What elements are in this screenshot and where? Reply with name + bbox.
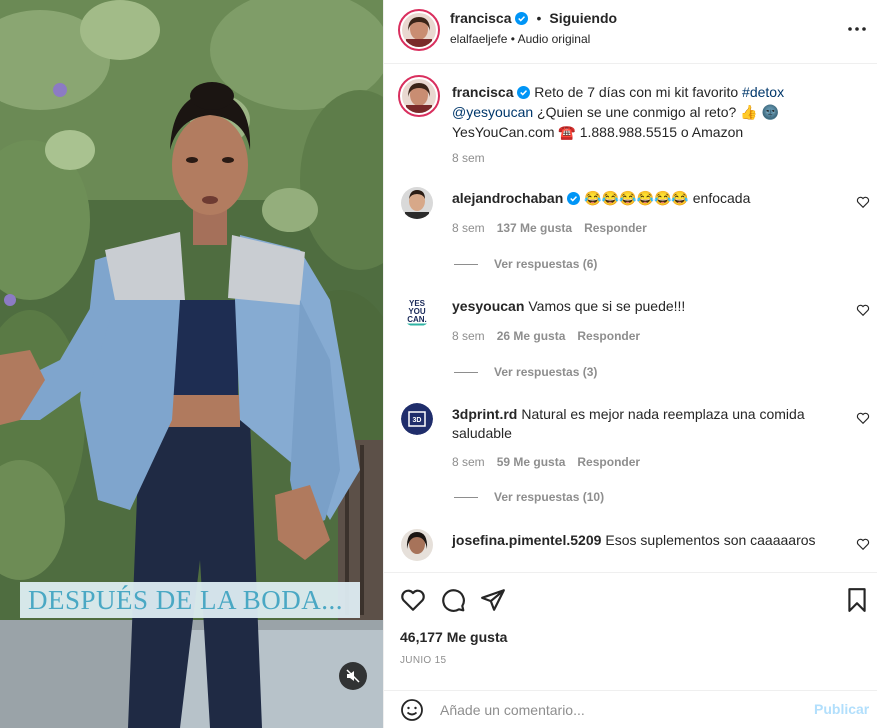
avatar-image <box>402 13 436 47</box>
verified-badge-icon <box>517 86 531 99</box>
comment-content: Esos suplementos son caaaaaros <box>605 532 816 548</box>
caption-text: Reto de 7 días con mi kit favorito <box>534 84 739 100</box>
header-subtitle: elalfaeljefe • Audio original <box>450 32 590 46</box>
video-frame <box>0 0 383 728</box>
share-paper-plane-icon[interactable] <box>480 587 506 613</box>
comment-meta: 8 sem 26 Me gusta Responder <box>452 329 640 343</box>
comment-content: Vamos que si se puede!!! <box>528 298 686 314</box>
mute-button[interactable] <box>339 662 367 690</box>
post-date: JUNIO 15 <box>400 655 447 666</box>
svg-text:CAN.: CAN. <box>407 315 427 324</box>
post-video[interactable]: DESPUÉS DE LA BODA... <box>0 0 383 728</box>
post-details-panel: francisca • Siguiendo elalfaeljefe • Aud… <box>383 0 877 728</box>
comment-meta: 8 sem 137 Me gusta Responder <box>452 221 647 235</box>
like-comment-heart-icon[interactable] <box>856 195 870 209</box>
more-horizontal-icon[interactable] <box>846 18 868 40</box>
comment-username[interactable]: alejandrochaban <box>452 190 563 206</box>
audio-label[interactable]: Audio original <box>518 32 591 46</box>
post-header: francisca • Siguiendo elalfaeljefe • Aud… <box>384 0 877 64</box>
save-bookmark-icon[interactable] <box>844 587 870 613</box>
post-caption: francisca Reto de 7 días con mi kit favo… <box>452 82 822 142</box>
view-replies-label: Ver respuestas (10) <box>494 490 605 504</box>
post-viewer: DESPUÉS DE LA BODA... francisca • Siguie… <box>0 0 877 728</box>
comments-scroll-area[interactable]: francisca Reto de 7 días con mi kit favo… <box>384 65 877 571</box>
comment-likes[interactable]: 26 Me gusta <box>497 329 566 343</box>
verified-badge-icon <box>515 11 529 25</box>
likes-count[interactable]: 46,177 Me gusta <box>400 629 507 645</box>
reply-button[interactable]: Responder <box>577 455 640 469</box>
comment-time: 8 sem <box>452 329 485 343</box>
replies-divider <box>454 496 478 498</box>
view-replies-button[interactable]: Ver respuestas (10) <box>454 490 604 504</box>
view-replies-label: Ver respuestas (3) <box>494 365 598 379</box>
comment-composer: Publicar <box>384 690 877 728</box>
like-comment-heart-icon[interactable] <box>856 537 870 551</box>
video-overlay-text: DESPUÉS DE LA BODA... <box>20 582 360 618</box>
comment-likes[interactable]: 137 Me gusta <box>497 221 572 235</box>
svg-text:3D: 3D <box>413 417 422 424</box>
comment-username[interactable]: yesyoucan <box>452 298 524 314</box>
comment-time: 8 sem <box>452 221 485 235</box>
comment-avatar[interactable]: YES YOU CAN. <box>401 295 433 327</box>
comment-username[interactable]: 3dprint.rd <box>452 406 517 422</box>
comment-text: josefina.pimentel.5209 Esos suplementos s… <box>452 531 852 550</box>
comment-username[interactable]: josefina.pimentel.5209 <box>452 532 601 548</box>
audio-author[interactable]: elalfaeljefe <box>450 32 507 46</box>
verified-badge-icon <box>567 192 581 205</box>
caption-username[interactable]: francisca <box>452 84 513 100</box>
3dprint-logo-icon: 3D <box>401 403 433 435</box>
header-user-line: francisca • Siguiendo <box>450 10 617 26</box>
view-replies-label: Ver respuestas (6) <box>494 257 598 271</box>
comment-bubble-icon[interactable] <box>440 587 466 613</box>
comment-text: 3dprint.rd Natural es mejor nada reemplaz… <box>452 405 852 443</box>
caption-text-2: ¿Quien se une conmigo al reto? 👍 🌚 <box>537 104 779 120</box>
header-username[interactable]: francisca <box>450 10 511 26</box>
publish-button[interactable]: Publicar <box>814 701 869 717</box>
comment-avatar-image <box>401 529 433 561</box>
subtitle-separator: • <box>510 32 515 46</box>
comment-meta: 8 sem 59 Me gusta Responder <box>452 455 640 469</box>
separator: • <box>536 10 542 26</box>
reply-button[interactable]: Responder <box>577 329 640 343</box>
caption-avatar-image <box>402 79 436 113</box>
speaker-muted-icon <box>346 669 360 683</box>
like-comment-heart-icon[interactable] <box>856 411 870 425</box>
comment-avatar[interactable]: 3D <box>401 403 433 435</box>
comment-avatar[interactable] <box>401 187 433 219</box>
avatar[interactable] <box>402 13 436 47</box>
like-heart-icon[interactable] <box>400 587 426 613</box>
reply-button[interactable]: Responder <box>584 221 647 235</box>
comment-likes[interactable]: 59 Me gusta <box>497 455 566 469</box>
comment-avatar-image <box>401 187 433 219</box>
hashtag-link[interactable]: #detox <box>742 84 784 100</box>
following-button[interactable]: Siguiendo <box>549 10 617 26</box>
caption-timestamp: 8 sem <box>452 151 485 165</box>
caption-text-3: YesYouCan.com ☎️ 1.888.988.5515 o Amazon <box>452 124 744 140</box>
caption-avatar[interactable] <box>402 79 436 113</box>
emoji-icon[interactable] <box>400 698 424 722</box>
mention-link[interactable]: @yesyoucan <box>452 104 533 120</box>
like-comment-heart-icon[interactable] <box>856 303 870 317</box>
comment-text: alejandrochaban 😂😂😂😂😂😂 enfocada <box>452 189 852 208</box>
comment-content: 😂😂😂😂😂😂 enfocada <box>584 190 751 206</box>
yesyoucan-logo-icon: YES YOU CAN. <box>401 295 433 327</box>
comment-avatar[interactable] <box>401 529 433 561</box>
post-actions: 46,177 Me gusta JUNIO 15 <box>384 572 877 692</box>
view-replies-button[interactable]: Ver respuestas (6) <box>454 257 597 271</box>
replies-divider <box>454 371 478 373</box>
comment-input[interactable] <box>440 698 800 722</box>
comment-time: 8 sem <box>452 455 485 469</box>
comment-text: yesyoucan Vamos que si se puede!!! <box>452 297 852 316</box>
replies-divider <box>454 263 478 265</box>
view-replies-button[interactable]: Ver respuestas (3) <box>454 365 597 379</box>
